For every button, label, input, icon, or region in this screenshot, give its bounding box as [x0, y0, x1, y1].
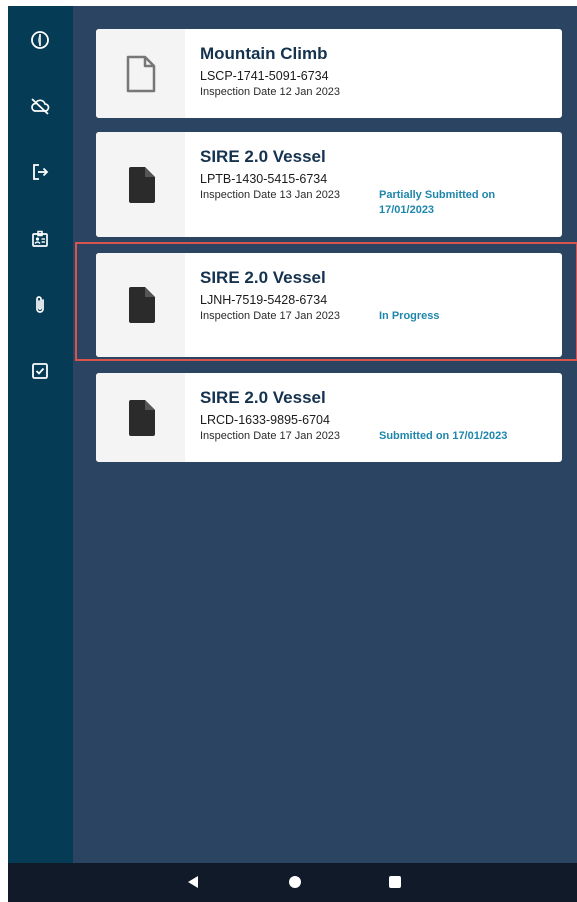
logout-icon[interactable] — [29, 161, 51, 183]
outline-document-icon — [96, 29, 185, 118]
inspection-title: Mountain Climb — [200, 44, 328, 63]
inspection-code: LSCP-1741-5091-6734 — [200, 69, 329, 83]
inspection-date: Inspection Date 13 Jan 2023 — [200, 189, 341, 201]
inspection-date: Inspection Date 17 Jan 2023 — [200, 310, 341, 322]
inspection-card[interactable]: Mountain Climb LSCP-1741-5091-6734 Inspe… — [96, 29, 562, 118]
inspection-card[interactable]: SIRE 2.0 Vessel LPTB-1430-5415-6734 Insp… — [96, 132, 562, 237]
inspection-title: SIRE 2.0 Vessel — [200, 388, 326, 407]
id-badge-icon[interactable] — [29, 228, 51, 250]
status-badge: In Progress — [379, 310, 440, 322]
inspection-title: SIRE 2.0 Vessel — [200, 147, 326, 166]
filled-document-icon — [96, 132, 185, 237]
status-badge: Partially Submitted on 17/01/2023 — [379, 189, 496, 216]
paperclip-icon[interactable] — [29, 294, 51, 316]
inspection-list: Mountain Climb LSCP-1741-5091-6734 Inspe… — [73, 6, 577, 863]
system-nav-bar — [8, 863, 577, 902]
inspection-card[interactable]: SIRE 2.0 Vessel LJNH-7519-5428-6734 Insp… — [96, 253, 562, 357]
app-window: Mountain Climb LSCP-1741-5091-6734 Inspe… — [8, 6, 577, 902]
inspection-title: SIRE 2.0 Vessel — [200, 268, 326, 287]
inspection-date: Inspection Date 17 Jan 2023 — [200, 430, 341, 442]
filled-document-icon — [96, 373, 185, 462]
back-icon[interactable] — [185, 874, 201, 890]
compass-icon[interactable] — [29, 29, 51, 51]
checkbox-icon[interactable] — [29, 360, 51, 382]
inspection-date: Inspection Date 12 Jan 2023 — [200, 86, 341, 98]
home-icon[interactable] — [287, 874, 303, 890]
sidebar — [8, 6, 73, 863]
inspection-code: LRCD-1633-9895-6704 — [200, 413, 330, 427]
inspection-card[interactable]: SIRE 2.0 Vessel LRCD-1633-9895-6704 Insp… — [96, 373, 562, 462]
recents-icon[interactable] — [387, 874, 403, 890]
status-badge: Submitted on 17/01/2023 — [379, 430, 508, 442]
cloud-off-icon[interactable] — [29, 95, 51, 117]
inspection-code: LPTB-1430-5415-6734 — [200, 172, 328, 186]
inspection-code: LJNH-7519-5428-6734 — [200, 293, 328, 307]
filled-document-icon — [96, 253, 185, 357]
